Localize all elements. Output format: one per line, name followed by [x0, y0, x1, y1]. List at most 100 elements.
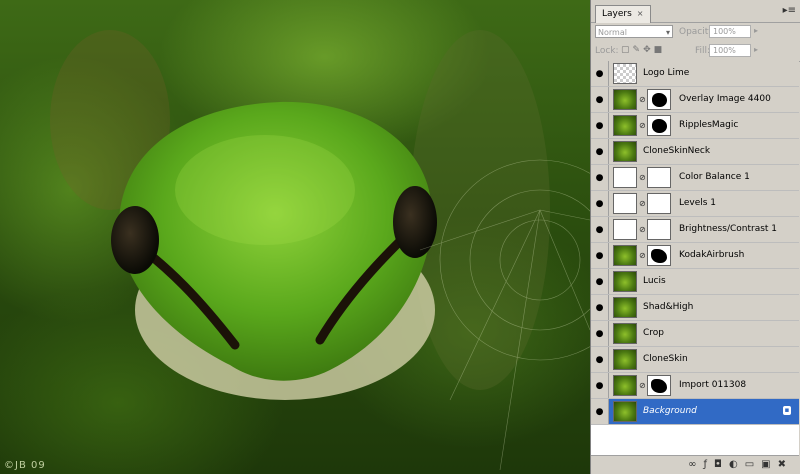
layer-mask-thumbnail[interactable]: [647, 245, 671, 266]
layer-mask-thumbnail[interactable]: [647, 193, 671, 214]
layer-row[interactable]: ● ⊘ Color Balance 1: [591, 165, 799, 191]
fill-slider-icon[interactable]: ▸: [754, 45, 758, 54]
eye-icon[interactable]: ●: [591, 243, 609, 268]
link-icon[interactable]: ⊘: [639, 225, 646, 234]
eye-icon[interactable]: ●: [591, 373, 609, 398]
layer-row[interactable]: ● Background ▪: [591, 399, 799, 425]
layer-row[interactable]: ● Lucis: [591, 269, 799, 295]
eye-icon[interactable]: ●: [591, 399, 609, 424]
layer-row[interactable]: ● Logo Lime: [591, 61, 799, 87]
layer-name: CloneSkin: [643, 354, 688, 364]
layer-thumbnail[interactable]: [613, 401, 637, 422]
layer-thumbnail[interactable]: [613, 167, 637, 188]
layer-name: Crop: [643, 328, 665, 338]
layer-list: ● Logo Lime ● ⊘ Overlay Image 4400 ● ⊘ RipplesM…: [591, 61, 799, 456]
layer-thumbnail[interactable]: [613, 141, 637, 162]
panel-menu-icon[interactable]: ▸≡: [783, 5, 796, 16]
eye-icon[interactable]: ●: [591, 269, 609, 294]
layer-row[interactable]: ● CloneSkinNeck: [591, 139, 799, 165]
layer-thumbnail[interactable]: [613, 245, 637, 266]
layer-style-icon[interactable]: ƒ: [704, 459, 715, 470]
layer-name: Shad&High: [643, 302, 694, 312]
link-icon[interactable]: ⊘: [639, 199, 646, 208]
layer-row[interactable]: ● ⊘ KodakAirbrush: [591, 243, 799, 269]
layer-thumbnail[interactable]: [613, 115, 637, 136]
link-layers-icon[interactable]: ∞: [688, 459, 703, 470]
layer-row[interactable]: ● Crop: [591, 321, 799, 347]
eye-icon[interactable]: ●: [591, 113, 609, 138]
eye-icon[interactable]: ●: [591, 191, 609, 216]
tab-layers-label: Layers: [602, 9, 632, 19]
frog-photo: [50, 30, 590, 471]
link-icon[interactable]: ⊘: [639, 173, 646, 182]
blend-row: Normal ▾ Opacity: 100% ▸: [591, 23, 800, 41]
layer-mask-thumbnail[interactable]: [647, 115, 671, 136]
layer-name: CloneSkinNeck: [643, 146, 711, 156]
layer-name: RipplesMagic: [679, 120, 739, 130]
lock-label: Lock:: [595, 46, 619, 56]
layer-thumbnail[interactable]: [613, 271, 637, 292]
opacity-slider-icon[interactable]: ▸: [754, 26, 758, 35]
eye-icon[interactable]: ●: [591, 217, 609, 242]
eye-icon[interactable]: ●: [591, 321, 609, 346]
layer-thumbnail[interactable]: [613, 219, 637, 240]
chevron-down-icon: ▾: [665, 28, 670, 37]
layer-mask-thumbnail[interactable]: [647, 167, 671, 188]
layer-row[interactable]: ● ⊘ Overlay Image 4400: [591, 87, 799, 113]
layer-thumbnail[interactable]: [613, 375, 637, 396]
layer-mask-thumbnail[interactable]: [647, 89, 671, 110]
layer-row[interactable]: ● ⊘ Import 011308: [591, 373, 799, 399]
lock-transparent-icon[interactable]: ▢: [621, 45, 633, 55]
eye-icon[interactable]: ●: [591, 295, 609, 320]
link-icon[interactable]: ⊘: [639, 251, 646, 260]
lock-row: Lock: ▢✎✥■ Fill: 100% ▸: [591, 41, 800, 62]
layer-name: Background: [643, 406, 697, 416]
eye-icon[interactable]: ●: [591, 347, 609, 372]
link-icon[interactable]: ⊘: [639, 381, 646, 390]
lock-position-icon[interactable]: ✥: [643, 45, 654, 55]
blend-mode-value: Normal: [598, 28, 627, 37]
opacity-field[interactable]: 100%: [709, 25, 751, 38]
layer-thumbnail[interactable]: [613, 63, 637, 84]
eye-icon[interactable]: ●: [591, 87, 609, 112]
lock-options[interactable]: ▢✎✥■: [621, 45, 665, 55]
layer-row[interactable]: ● CloneSkin: [591, 347, 799, 373]
layers-panel: Layers × ▸≡ Normal ▾ Opacity: 100% ▸ Lock:…: [590, 0, 800, 474]
new-layer-icon[interactable]: ▣: [761, 459, 777, 470]
panel-actions: ∞ƒ◘◐▭▣✖: [688, 459, 793, 470]
blend-mode-select[interactable]: Normal ▾: [595, 25, 673, 38]
layer-thumbnail[interactable]: [613, 323, 637, 344]
layer-name: Import 011308: [679, 380, 747, 390]
lock-all-icon[interactable]: ■: [654, 45, 666, 55]
fill-label: Fill:: [695, 46, 711, 56]
eye-icon[interactable]: ●: [591, 165, 609, 190]
layer-row[interactable]: ● Shad&High: [591, 295, 799, 321]
layer-row[interactable]: ● ⊘ Levels 1: [591, 191, 799, 217]
panel-bottom-bar: ∞ƒ◘◐▭▣✖: [591, 455, 799, 474]
eye-icon[interactable]: ●: [591, 139, 609, 164]
layer-mask-thumbnail[interactable]: [647, 219, 671, 240]
add-mask-icon[interactable]: ◘: [714, 459, 729, 470]
eye-icon[interactable]: ●: [591, 61, 609, 86]
layer-row[interactable]: ● ⊘ Brightness/Contrast 1: [591, 217, 799, 243]
image-canvas[interactable]: ©JB 09: [0, 0, 590, 474]
layer-thumbnail[interactable]: [613, 193, 637, 214]
adjustment-layer-icon[interactable]: ◐: [729, 459, 745, 470]
delete-layer-icon[interactable]: ✖: [778, 459, 793, 470]
fill-field[interactable]: 100%: [709, 44, 751, 57]
lock-pixels-icon[interactable]: ✎: [633, 45, 644, 55]
layer-thumbnail[interactable]: [613, 89, 637, 110]
link-icon[interactable]: ⊘: [639, 121, 646, 130]
layer-thumbnail[interactable]: [613, 297, 637, 318]
layer-thumbnail[interactable]: [613, 349, 637, 370]
link-icon[interactable]: ⊘: [639, 95, 646, 104]
layer-row[interactable]: ● ⊘ RipplesMagic: [591, 113, 799, 139]
layer-name: Color Balance 1: [679, 172, 750, 182]
tab-layers[interactable]: Layers ×: [595, 5, 651, 23]
layer-mask-thumbnail[interactable]: [647, 375, 671, 396]
tab-close-icon[interactable]: ×: [637, 9, 644, 18]
new-group-icon[interactable]: ▭: [745, 459, 761, 470]
layer-name: Logo Lime: [643, 68, 690, 78]
layer-name: Overlay Image 4400: [679, 94, 771, 104]
layer-name: Levels 1: [679, 198, 717, 208]
